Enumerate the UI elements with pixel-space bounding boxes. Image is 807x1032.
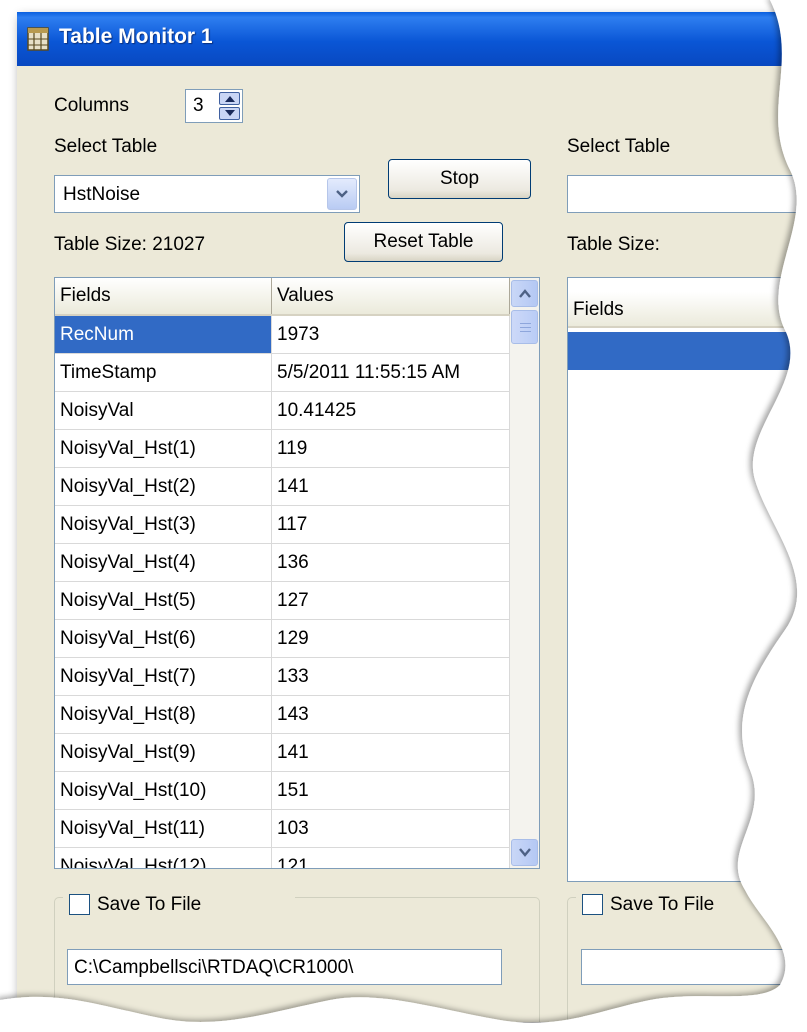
torn-edge-overlay <box>0 0 807 1032</box>
